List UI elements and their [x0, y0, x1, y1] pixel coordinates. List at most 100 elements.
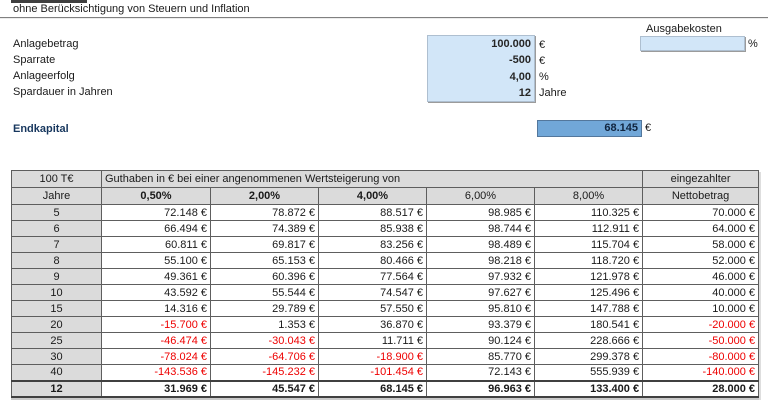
table-row: 25-46.474 €-30.043 €11.711 €90.124 €228.… — [12, 333, 759, 349]
jahre-header-cell: Jahre — [12, 188, 102, 205]
value-cell: 93.379 € — [427, 317, 535, 333]
value-cell: 58.000 € — [643, 237, 759, 253]
ausgabekosten-field[interactable] — [640, 36, 745, 51]
value-cell: 11.711 € — [319, 333, 427, 349]
value-cell: 77.564 € — [319, 269, 427, 285]
year-cell: 30 — [12, 349, 102, 365]
value-cell: -145.232 € — [211, 365, 319, 381]
value-cell: 64.000 € — [643, 221, 759, 237]
value-cell: 83.256 € — [319, 237, 427, 253]
total-year-cell: 12 — [12, 381, 102, 397]
value-cell: 29.789 € — [211, 301, 319, 317]
table-row: 1043.592 €55.544 €74.547 €97.627 €125.49… — [12, 285, 759, 301]
anlagebetrag-unit: € — [539, 37, 545, 53]
table-row: 40-143.536 €-145.232 €-101.454 €72.143 €… — [12, 365, 759, 381]
value-cell: 74.547 € — [319, 285, 427, 301]
endkapital-label: Endkapital — [13, 122, 69, 137]
value-cell: 115.704 € — [535, 237, 643, 253]
value-cell: 98.218 € — [427, 253, 535, 269]
sparrate-field[interactable]: -500 — [428, 52, 534, 68]
value-cell: -18.900 € — [319, 349, 427, 365]
anlageerfolg-field[interactable]: 4,00 — [428, 69, 534, 85]
value-cell: -20.000 € — [643, 317, 759, 333]
value-cell: 95.810 € — [427, 301, 535, 317]
value-cell: 97.627 € — [427, 285, 535, 301]
spreadsheet-view: ohne Berücksichtigung von Steuern und In… — [0, 0, 768, 408]
results-table: 100 T€ Guthaben in € bei einer angenomme… — [11, 170, 759, 398]
table-row: 572.148 €78.872 €88.517 €98.985 €110.325… — [12, 205, 759, 221]
anlageerfolg-label: Anlageerfolg — [13, 68, 75, 84]
year-cell: 5 — [12, 205, 102, 221]
total-value-cell: 133.400 € — [535, 381, 643, 397]
value-cell: 55.544 € — [211, 285, 319, 301]
value-cell: 70.000 € — [643, 205, 759, 221]
year-cell: 25 — [12, 333, 102, 349]
netto-header-line1-cell: eingezahlter — [643, 171, 759, 188]
total-value-cell: 96.963 € — [427, 381, 535, 397]
total-value-cell: 45.547 € — [211, 381, 319, 397]
corner-header-cell: 100 T€ — [12, 171, 102, 188]
value-cell: 74.389 € — [211, 221, 319, 237]
value-cell: -46.474 € — [102, 333, 211, 349]
value-cell: 228.666 € — [535, 333, 643, 349]
value-cell: 1.353 € — [211, 317, 319, 333]
subtitle: ohne Berücksichtigung von Steuern und In… — [13, 3, 250, 16]
value-cell: -30.043 € — [211, 333, 319, 349]
anlagebetrag-label: Anlagebetrag — [13, 36, 78, 52]
value-cell: 14.316 € — [102, 301, 211, 317]
value-cell: 80.466 € — [319, 253, 427, 269]
total-value-cell: 31.969 € — [102, 381, 211, 397]
year-cell: 10 — [12, 285, 102, 301]
value-cell: 555.939 € — [535, 365, 643, 381]
value-cell: 98.985 € — [427, 205, 535, 221]
value-cell: 299.378 € — [535, 349, 643, 365]
ausgabekosten-unit: % — [748, 37, 758, 51]
value-cell: -64.706 € — [211, 349, 319, 365]
table-header-row-1: 100 T€ Guthaben in € bei einer angenomme… — [12, 171, 759, 188]
value-cell: 43.592 € — [102, 285, 211, 301]
value-cell: 180.541 € — [535, 317, 643, 333]
sparrate-unit: € — [539, 53, 545, 69]
value-cell: 110.325 € — [535, 205, 643, 221]
value-cell: -15.700 € — [102, 317, 211, 333]
table-body: 572.148 €78.872 €88.517 €98.985 €110.325… — [12, 205, 759, 381]
value-cell: 98.489 € — [427, 237, 535, 253]
anlageerfolg-unit: % — [539, 69, 549, 85]
table-row: 20-15.700 €1.353 €36.870 €93.379 €180.54… — [12, 317, 759, 333]
value-cell: 49.361 € — [102, 269, 211, 285]
value-cell: -143.536 € — [102, 365, 211, 381]
anlagebetrag-field[interactable]: 100.000 — [428, 36, 534, 52]
value-cell: 69.817 € — [211, 237, 319, 253]
value-cell: 121.978 € — [535, 269, 643, 285]
horizontal-divider — [0, 17, 768, 19]
value-cell: 78.872 € — [211, 205, 319, 221]
value-cell: 118.720 € — [535, 253, 643, 269]
year-cell: 15 — [12, 301, 102, 317]
spardauer-field[interactable]: 12 — [428, 85, 534, 101]
value-cell: 90.124 € — [427, 333, 535, 349]
value-cell: -140.000 € — [643, 365, 759, 381]
value-cell: 98.744 € — [427, 221, 535, 237]
sparrate-label: Sparrate — [13, 52, 55, 68]
table-row: 30-78.024 €-64.706 €-18.900 €85.770 €299… — [12, 349, 759, 365]
total-value-cell: 68.145 € — [319, 381, 427, 397]
rate-header-cell: 4,00% — [319, 188, 427, 205]
value-cell: 72.143 € — [427, 365, 535, 381]
value-cell: 97.932 € — [427, 269, 535, 285]
value-cell: -80.000 € — [643, 349, 759, 365]
value-cell: 10.000 € — [643, 301, 759, 317]
value-cell: 85.770 € — [427, 349, 535, 365]
rate-header-cell: 6,00% — [427, 188, 535, 205]
year-cell: 40 — [12, 365, 102, 381]
value-cell: -50.000 € — [643, 333, 759, 349]
table-row: 949.361 €60.396 €77.564 €97.932 €121.978… — [12, 269, 759, 285]
value-cell: 46.000 € — [643, 269, 759, 285]
spardauer-unit: Jahre — [539, 85, 567, 101]
table-row: 855.100 €65.153 €80.466 €98.218 €118.720… — [12, 253, 759, 269]
value-cell: 65.153 € — [211, 253, 319, 269]
total-row: 12 31.969 € 45.547 € 68.145 € 96.963 € 1… — [12, 381, 759, 397]
endkapital-unit: € — [645, 121, 651, 136]
value-cell: 60.811 € — [102, 237, 211, 253]
value-cell: -101.454 € — [319, 365, 427, 381]
input-panel: 100.000 -500 4,00 12 — [427, 35, 535, 102]
